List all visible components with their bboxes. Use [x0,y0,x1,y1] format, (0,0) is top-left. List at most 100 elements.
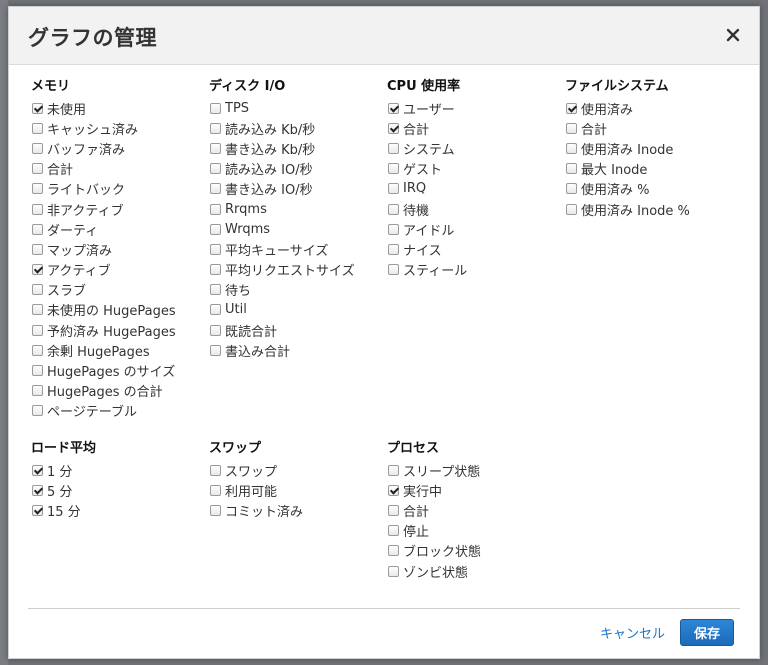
checkbox[interactable] [32,405,43,417]
metric-option[interactable]: Rrqms [209,199,384,219]
checkbox[interactable] [210,223,221,235]
cancel-button[interactable]: キャンセル [600,623,665,642]
metric-option[interactable]: 平均キューサイズ [209,239,384,259]
checkbox[interactable] [388,504,399,516]
metric-option[interactable]: Util [209,300,384,320]
metric-option[interactable]: 合計 [387,118,562,138]
checkbox[interactable] [32,365,43,377]
checkbox[interactable] [32,163,43,175]
checkbox[interactable] [32,324,43,336]
metric-option[interactable]: 使用済み Inode [565,138,740,158]
checkbox[interactable] [32,142,43,154]
metric-option[interactable]: 5 分 [31,480,206,500]
checkbox[interactable] [210,203,221,215]
checkbox[interactable] [210,142,221,154]
metric-option[interactable]: ナイス [387,239,562,259]
checkbox[interactable] [32,264,43,276]
metric-option[interactable]: ページテーブル [31,401,206,421]
metric-option[interactable]: ゾンビ状態 [387,561,562,581]
metric-option[interactable]: ゲスト [387,159,562,179]
metric-option[interactable]: IRQ [387,179,562,199]
metric-option[interactable]: スティール [387,260,562,280]
checkbox[interactable] [32,504,43,516]
metric-option[interactable]: 停止 [387,521,562,541]
checkbox[interactable] [388,183,399,195]
metric-option[interactable]: 利用可能 [209,480,384,500]
checkbox[interactable] [210,264,221,276]
close-icon[interactable] [721,23,745,47]
checkbox[interactable] [210,324,221,336]
checkbox[interactable] [210,304,221,316]
checkbox[interactable] [566,203,577,215]
metric-option[interactable]: スリープ状態 [387,460,562,480]
checkbox[interactable] [32,122,43,134]
metric-option[interactable]: 使用済み [565,98,740,118]
metric-option[interactable]: ライトバック [31,179,206,199]
checkbox[interactable] [566,102,577,114]
checkbox[interactable] [210,344,221,356]
metric-option[interactable]: TPS [209,98,384,118]
metric-option[interactable]: キャッシュ済み [31,118,206,138]
checkbox[interactable] [388,223,399,235]
metric-option[interactable]: 最大 Inode [565,159,740,179]
metric-option[interactable]: ブロック状態 [387,541,562,561]
checkbox[interactable] [210,464,221,476]
checkbox[interactable] [388,163,399,175]
metric-option[interactable]: 使用済み % [565,179,740,199]
checkbox[interactable] [388,102,399,114]
metric-option[interactable]: 書き込み Kb/秒 [209,138,384,158]
metric-option[interactable]: 使用済み Inode % [565,199,740,219]
checkbox[interactable] [210,163,221,175]
checkbox[interactable] [32,304,43,316]
checkbox[interactable] [210,284,221,296]
metric-option[interactable]: 書き込み IO/秒 [209,179,384,199]
metric-option[interactable]: スラブ [31,280,206,300]
metric-option[interactable]: 待機 [387,199,562,219]
checkbox[interactable] [210,243,221,255]
metric-option[interactable]: 合計 [387,500,562,520]
checkbox[interactable] [32,183,43,195]
checkbox[interactable] [388,264,399,276]
metric-option[interactable]: 未使用の HugePages [31,300,206,320]
checkbox[interactable] [388,243,399,255]
checkbox[interactable] [210,183,221,195]
metric-option[interactable]: コミット済み [209,500,384,520]
checkbox[interactable] [32,284,43,296]
metric-option[interactable]: アクティブ [31,260,206,280]
checkbox[interactable] [388,545,399,557]
metric-option[interactable]: バッファ済み [31,138,206,158]
metric-option[interactable]: 15 分 [31,500,206,520]
metric-option[interactable]: スワップ [209,460,384,480]
checkbox[interactable] [32,243,43,255]
checkbox[interactable] [32,464,43,476]
metric-option[interactable]: HugePages の合計 [31,381,206,401]
metric-option[interactable]: システム [387,138,562,158]
metric-option[interactable]: 実行中 [387,480,562,500]
checkbox[interactable] [32,203,43,215]
metric-option[interactable]: 合計 [565,118,740,138]
checkbox[interactable] [566,122,577,134]
checkbox[interactable] [388,203,399,215]
checkbox[interactable] [388,122,399,134]
checkbox[interactable] [210,504,221,516]
metric-option[interactable]: 平均リクエストサイズ [209,260,384,280]
metric-option[interactable]: Wrqms [209,219,384,239]
metric-option[interactable]: マップ済み [31,239,206,259]
metric-option[interactable]: アイドル [387,219,562,239]
checkbox[interactable] [32,223,43,235]
checkbox[interactable] [32,385,43,397]
save-button[interactable]: 保存 [680,619,734,646]
checkbox[interactable] [32,344,43,356]
metric-option[interactable]: 余剰 HugePages [31,340,206,360]
metric-option[interactable]: 予約済み HugePages [31,320,206,340]
checkbox[interactable] [210,484,221,496]
checkbox[interactable] [32,102,43,114]
metric-option[interactable]: 待ち [209,280,384,300]
metric-option[interactable]: ユーザー [387,98,562,118]
checkbox[interactable] [388,525,399,537]
checkbox[interactable] [566,183,577,195]
metric-option[interactable]: 既読合計 [209,320,384,340]
checkbox[interactable] [566,142,577,154]
metric-option[interactable]: HugePages のサイズ [31,360,206,380]
checkbox[interactable] [388,484,399,496]
